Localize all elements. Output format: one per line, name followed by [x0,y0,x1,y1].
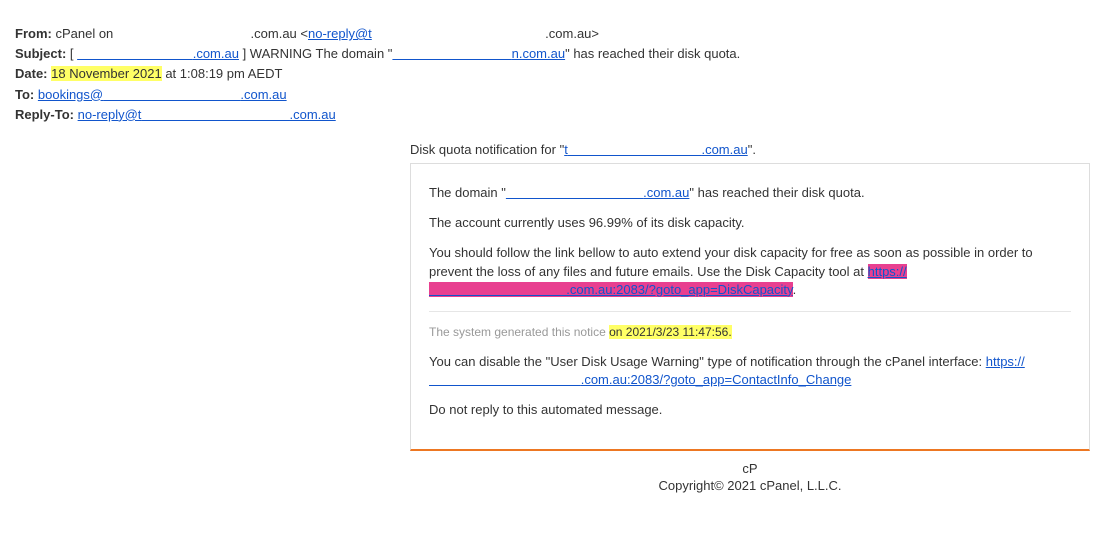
replyto-line: Reply-To: no-reply@t .com.au [15,106,1092,124]
subject-domain-link-2[interactable]: n.com.au [392,46,565,61]
email-body: Disk quota notification for "t .com.au".… [410,142,1090,493]
footer-brand: cP [410,461,1090,476]
subject-prefix: [ [66,46,77,61]
usage-percent: The account currently uses 96.99% of its… [429,214,1071,232]
date-label: Date: [15,66,48,81]
footer-copyright: Copyright© 2021 cPanel, L.L.C. [410,478,1090,493]
date-line: Date: 18 November 2021 at 1:08:19 pm AED… [15,65,1092,83]
subject-mid: ] WARNING The domain " [239,46,392,61]
from-email-link[interactable]: no-reply@t [308,26,372,41]
notice-date-highlight: on 2021/3/23 11:47:56. [609,325,732,339]
subject-label: Subject: [15,46,66,61]
reply-email-link[interactable]: no-reply@t .com.au [78,107,336,122]
subject-line: Subject: [ .com.au ] WARNING The domain … [15,45,1092,63]
date-rest: at 1:08:19 pm AEDT [162,66,283,81]
footer: cP Copyright© 2021 cPanel, L.L.C. [410,461,1090,493]
angle-open: < [297,26,308,41]
intro-post: ". [748,142,756,157]
extend-instructions: You should follow the link bellow to aut… [429,244,1071,299]
intro-pre: Disk quota notification for " [410,142,564,157]
from-label: From: [15,26,52,41]
panel-domain-link[interactable]: .com.au [506,185,690,200]
to-email-link[interactable]: bookings@ .com.au [38,87,287,102]
to-label: To: [15,87,34,102]
from-domain: .com.au [251,26,297,41]
domain-reached-quota: The domain " .com.au" has reached their … [429,184,1071,202]
message-panel: The domain " .com.au" has reached their … [410,163,1090,451]
reply-label: Reply-To: [15,107,74,122]
to-line: To: bookings@ .com.au [15,86,1092,104]
do-not-reply: Do not reply to this automated message. [429,401,1071,419]
from-domain2: .com.au [545,26,591,41]
email-headers: From: cPanel on .com.au <no-reply@t .com… [15,25,1092,124]
subject-domain-link[interactable]: .com.au [77,46,239,61]
disable-notification: You can disable the "User Disk Usage War… [429,353,1071,389]
date-highlight: 18 November 2021 [51,66,162,81]
subject-suffix: " has reached their disk quota. [565,46,740,61]
system-notice: The system generated this notice on 2021… [429,324,1071,341]
from-prefix: cPanel on [52,26,117,41]
divider [429,311,1071,312]
from-line: From: cPanel on .com.au <no-reply@t .com… [15,25,1092,43]
quota-intro: Disk quota notification for "t .com.au". [410,142,1090,157]
angle-close: > [591,26,599,41]
intro-domain-link[interactable]: t .com.au [564,142,748,157]
